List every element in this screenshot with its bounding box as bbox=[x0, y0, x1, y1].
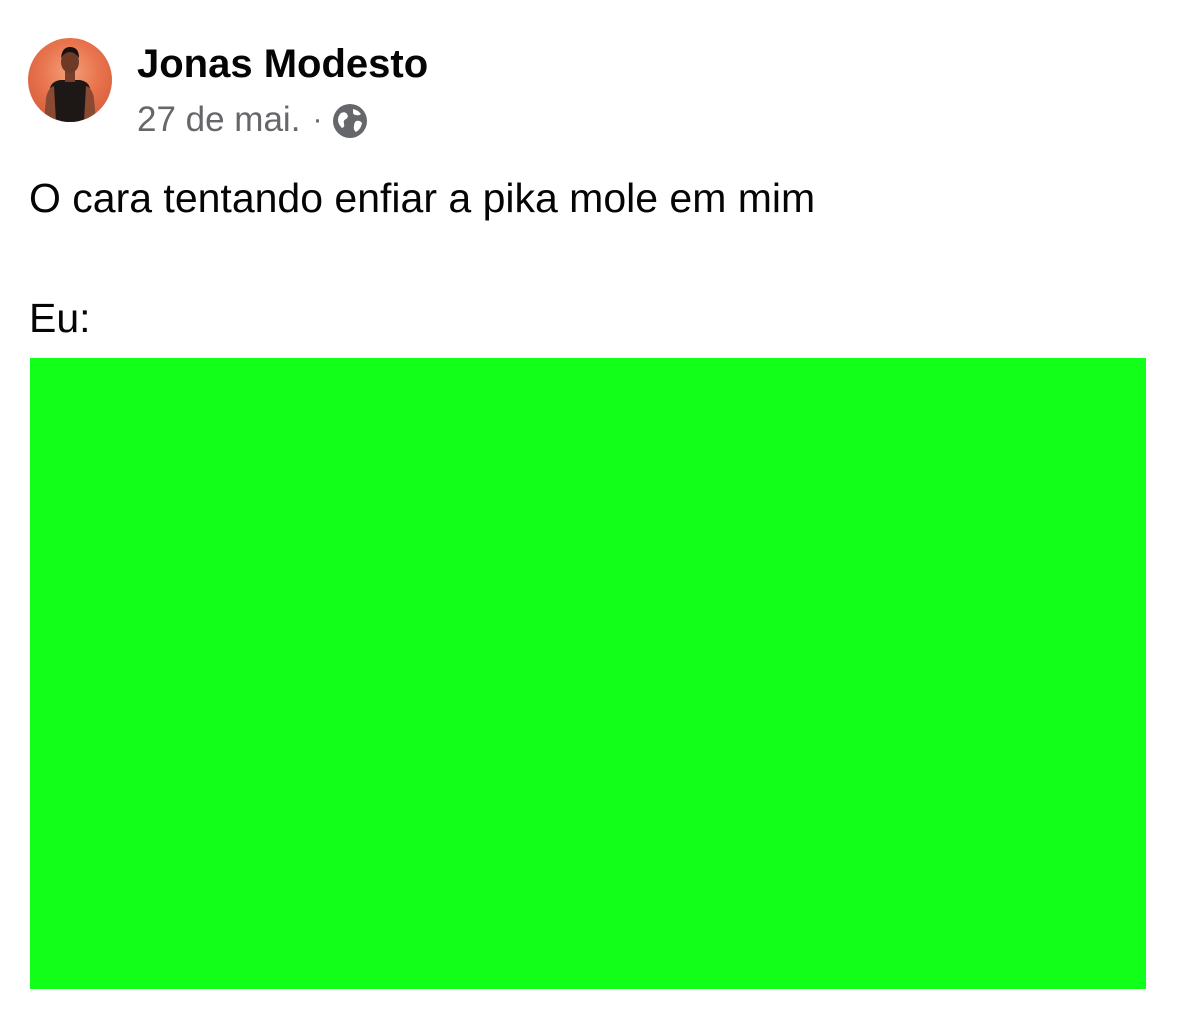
post-text-line: O cara tentando enfiar a pika mole em mi… bbox=[29, 175, 816, 221]
feed-post: Jonas Modesto 27 de mai. · O cara tentan… bbox=[0, 0, 1177, 1029]
meta-separator: · bbox=[312, 103, 323, 136]
author-name[interactable]: Jonas Modesto bbox=[137, 40, 428, 88]
post-meta: 27 de mai. · bbox=[137, 98, 368, 142]
author-avatar[interactable] bbox=[28, 38, 112, 122]
post-body-text: O cara tentando enfiar a pika mole em mi… bbox=[29, 171, 1149, 345]
post-date[interactable]: 27 de mai. bbox=[137, 100, 300, 140]
post-media-image[interactable] bbox=[30, 358, 1146, 989]
post-text-line: Eu: bbox=[29, 295, 91, 341]
globe-icon[interactable] bbox=[332, 103, 368, 139]
avatar-portrait bbox=[44, 47, 96, 122]
